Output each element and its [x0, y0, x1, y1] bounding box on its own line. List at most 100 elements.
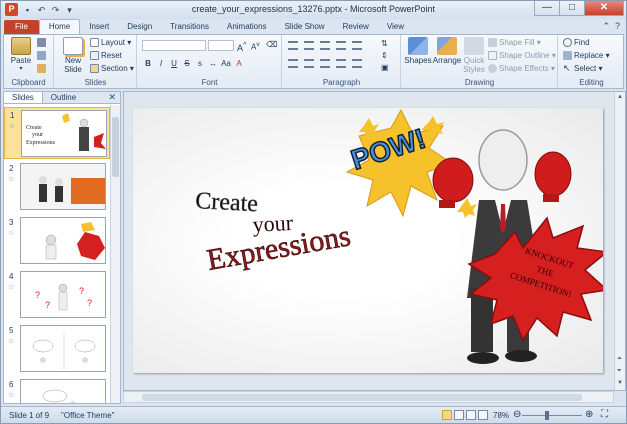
align-right-icon[interactable]	[320, 59, 330, 68]
shapes-label: Shapes	[404, 56, 432, 65]
new-slide-button[interactable]: New Slide	[58, 37, 88, 74]
decrease-indent-icon[interactable]	[320, 41, 330, 50]
arrange-button[interactable]: Arrange	[432, 37, 462, 65]
text-direction-icon[interactable]: ⇅	[381, 39, 388, 48]
select-button[interactable]: ↖ Select ▾	[563, 64, 602, 73]
tab-outline[interactable]: Outline	[43, 92, 84, 103]
thumb-preview	[20, 163, 106, 210]
zoom-in-icon[interactable]: ⊕	[585, 409, 593, 420]
slide-thumbnail-6[interactable]: 6 ☆	[4, 377, 110, 403]
previous-slide-icon[interactable]: ⏶	[617, 356, 622, 363]
panel-scrollbar[interactable]	[110, 105, 120, 403]
tab-review[interactable]: Review	[334, 20, 378, 34]
zoom-out-icon[interactable]: ⊖	[513, 409, 521, 420]
group-font: A^ Av ⌫ B I U S s ↔ Aa A Font	[138, 35, 282, 88]
maximize-button[interactable]: □	[559, 1, 585, 16]
format-painter-button[interactable]	[37, 64, 48, 74]
slide-show-view-icon[interactable]	[478, 410, 488, 420]
reading-view-icon[interactable]	[466, 410, 476, 420]
align-center-icon[interactable]	[304, 59, 314, 68]
bold-icon[interactable]: B	[143, 59, 153, 68]
slide-vertical-scrollbar[interactable]: ▲ ⏶ ⏷ ▼	[614, 92, 625, 390]
align-left-icon[interactable]	[288, 59, 298, 68]
panel-scroll-thumb[interactable]	[112, 117, 119, 177]
group-label-clipboard: Clipboard	[11, 78, 46, 87]
quick-styles-button[interactable]: Quick Styles	[462, 37, 486, 74]
clear-formatting-icon[interactable]: ⌫	[266, 40, 277, 49]
font-size-field[interactable]	[208, 40, 234, 51]
close-button[interactable]: ✕	[584, 1, 624, 16]
svg-text:Expressions: Expressions	[26, 140, 56, 146]
tab-view[interactable]: View	[378, 20, 413, 34]
scroll-down-icon[interactable]: ▼	[617, 380, 623, 386]
cut-button[interactable]	[37, 38, 48, 48]
shape-fill-icon	[488, 38, 497, 48]
columns-icon[interactable]	[352, 59, 362, 68]
font-name-field[interactable]	[142, 40, 206, 51]
replace-button[interactable]: Replace ▾	[563, 51, 610, 61]
tab-home[interactable]: Home	[38, 19, 81, 34]
help-icon[interactable]: ?	[615, 21, 620, 32]
char-spacing-icon[interactable]: ↔	[208, 59, 218, 68]
grow-font-button[interactable]: A^	[237, 40, 247, 53]
quick-styles-icon	[464, 37, 484, 55]
layout-button[interactable]: Layout ▾	[90, 38, 131, 48]
thumb-4-art: ? ? ? ?	[35, 283, 92, 311]
line-spacing-icon[interactable]	[352, 41, 362, 50]
increase-indent-icon[interactable]	[336, 41, 346, 50]
justify-icon[interactable]	[336, 59, 346, 68]
copy-button[interactable]	[37, 51, 48, 61]
find-button[interactable]: Find	[563, 38, 590, 48]
scroll-up-icon[interactable]: ▲	[617, 94, 623, 100]
fit-to-window-icon[interactable]: ⛶	[601, 409, 608, 420]
slide-thumbnail-2[interactable]: 2 ☆	[4, 161, 110, 213]
slide-thumbnail-3[interactable]: 3 ☆	[4, 215, 110, 267]
panel-close-icon[interactable]: ✕	[108, 92, 116, 103]
shape-outline-button[interactable]: Shape Outline ▾	[488, 51, 556, 61]
slide-thumbnail-1[interactable]: 1 ☆ Create your Expressions	[4, 107, 110, 159]
tab-file[interactable]: File	[4, 20, 39, 34]
italic-icon[interactable]: I	[156, 59, 166, 68]
shadow-icon[interactable]: s	[195, 59, 205, 68]
minimize-ribbon-icon[interactable]: ⌃	[602, 21, 610, 32]
smartart-icon[interactable]: ▣	[381, 63, 389, 72]
shrink-font-button[interactable]: Av	[251, 41, 260, 52]
tab-transitions[interactable]: Transitions	[161, 20, 218, 34]
normal-view-icon[interactable]	[442, 410, 452, 420]
copy-icon	[37, 51, 46, 61]
tab-slides[interactable]: Slides	[4, 92, 43, 103]
zoom-slider-knob[interactable]	[545, 411, 549, 420]
thumb-preview	[20, 325, 106, 372]
tab-animations[interactable]: Animations	[218, 20, 276, 34]
align-text-icon[interactable]: ⇕	[381, 51, 388, 60]
strikethrough-icon[interactable]: S	[182, 59, 192, 68]
zoom-level[interactable]: 78%	[493, 411, 509, 420]
reset-button[interactable]: Reset	[90, 51, 122, 61]
shapes-button[interactable]: Shapes	[404, 37, 432, 65]
zoom-slider[interactable]	[522, 415, 582, 416]
find-label: Find	[574, 38, 590, 47]
slide-thumbnail-4[interactable]: 4 ☆ ? ? ? ?	[4, 269, 110, 321]
arrange-label: Arrange	[432, 56, 462, 65]
shape-fill-button[interactable]: Shape Fill ▾	[488, 38, 541, 48]
minimize-button[interactable]: —	[534, 1, 560, 16]
tab-design[interactable]: Design	[118, 20, 161, 34]
shape-effects-button[interactable]: Shape Effects ▾	[488, 64, 555, 74]
font-color-icon[interactable]: A	[234, 59, 244, 68]
section-button[interactable]: Section ▾	[90, 64, 134, 74]
slide-canvas[interactable]: Create your Expressions POW! KNOCKOUT TH…	[133, 108, 603, 373]
numbering-icon[interactable]	[304, 41, 314, 50]
underline-icon[interactable]: U	[169, 59, 179, 68]
bullets-icon[interactable]	[288, 41, 298, 50]
paste-button[interactable]: Paste ▾	[8, 37, 34, 72]
tab-insert[interactable]: Insert	[80, 20, 118, 34]
paste-label: Paste	[10, 56, 32, 65]
tab-slide-show[interactable]: Slide Show	[276, 20, 334, 34]
next-slide-icon[interactable]: ⏷	[617, 368, 622, 375]
slide-horizontal-scrollbar[interactable]	[123, 391, 614, 403]
shapes-icon	[408, 37, 428, 55]
horizontal-scroll-thumb[interactable]	[142, 394, 582, 401]
change-case-icon[interactable]: Aa	[221, 59, 231, 68]
slide-sorter-view-icon[interactable]	[454, 410, 464, 420]
slide-thumbnail-5[interactable]: 5 ☆	[4, 323, 110, 375]
